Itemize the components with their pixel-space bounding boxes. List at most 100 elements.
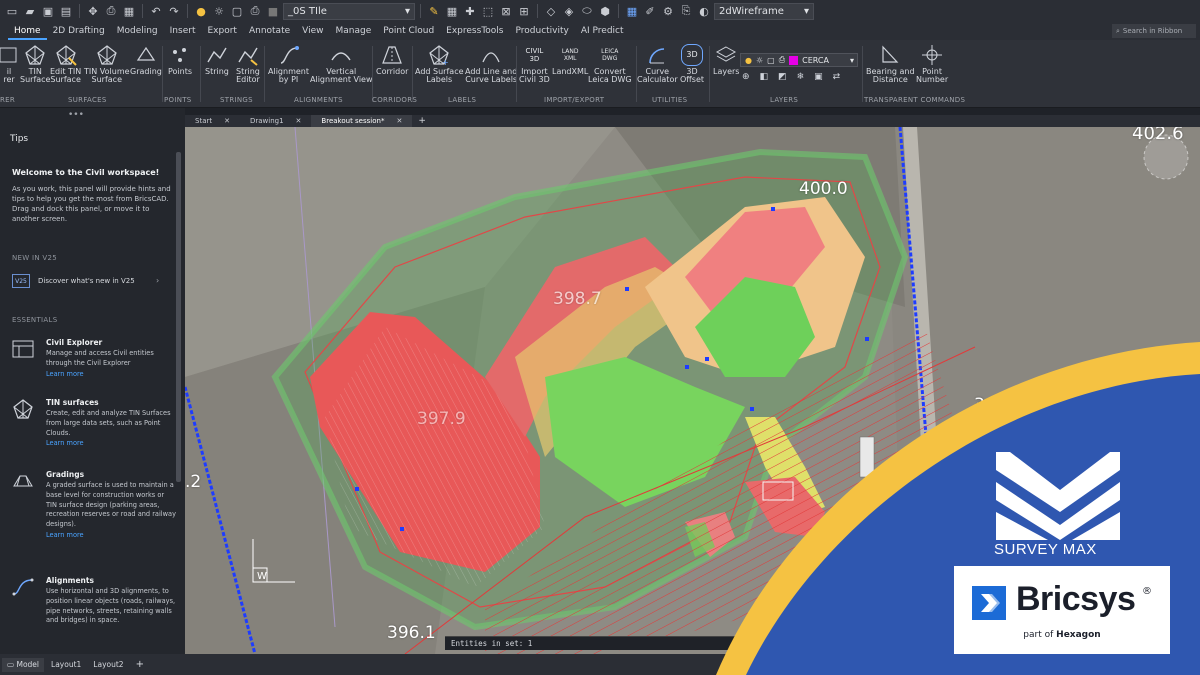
separator <box>142 4 143 18</box>
import-civil3d-button[interactable]: CIVIL 3D Import Civil 3D <box>519 44 550 84</box>
undo-icon[interactable]: ↶ <box>148 3 164 19</box>
cylinder-icon[interactable]: ⬭ <box>579 3 595 19</box>
select-icon[interactable]: ⬚ <box>480 3 496 19</box>
points-button[interactable]: Points <box>168 44 192 76</box>
current-layer-dropdown[interactable]: ● ☼ ▢ ⎙ CERCA ▾ <box>740 53 858 67</box>
layer-isolate-icon[interactable]: ◧ <box>760 72 769 82</box>
add-line-curve-labels-button[interactable]: Add Line and Curve Labels <box>465 44 517 84</box>
vertical-alignment-view-button[interactable]: Vertical Alignment View <box>310 44 373 84</box>
lock-icon[interactable]: ▢ <box>229 3 245 19</box>
printer-layer-icon[interactable]: ⎙ <box>247 3 263 19</box>
learn-more-link[interactable]: Learn more <box>46 370 176 380</box>
tin-surface-button[interactable]: TIN Surface <box>20 44 50 84</box>
landxml-button[interactable]: LAND XML LandXML <box>552 44 588 76</box>
civil-explorer-button[interactable]: il rer <box>0 44 20 84</box>
edit-tin-surface-button[interactable]: Edit TIN Surface <box>50 44 81 84</box>
visual-style-icon[interactable]: ◐ <box>696 3 712 19</box>
layer-tools-row: ⊕ ◧ ◩ ❄ ▣ ⇄ <box>742 72 840 82</box>
bearing-distance-button[interactable]: Bearing and Distance <box>866 44 915 84</box>
pan-icon[interactable]: ✥ <box>85 3 101 19</box>
doc-tab-start[interactable]: Start ✕ <box>185 115 240 127</box>
settings-icon[interactable]: ⚙ <box>660 3 676 19</box>
save-icon[interactable]: ▣ <box>40 3 56 19</box>
offset-3d-icon: 3D <box>681 44 704 66</box>
tab-2d-drafting[interactable]: 2D Drafting <box>47 22 111 40</box>
pen-icon[interactable]: ✐ <box>642 3 658 19</box>
cube-icon[interactable]: ◇ <box>543 3 559 19</box>
learn-more-link[interactable]: Learn more <box>46 439 176 449</box>
sun-icon[interactable]: ☼ <box>211 3 227 19</box>
group-label-explorer: RER <box>0 96 16 104</box>
doc-tab-drawing1[interactable]: Drawing1 ✕ <box>240 115 311 127</box>
layer-state-icon[interactable]: ⊕ <box>742 72 750 82</box>
learn-more-link[interactable]: Learn more <box>46 531 176 541</box>
layer-file-dropdown[interactable]: _0S TIle ▾ <box>283 2 415 20</box>
new-tab-icon[interactable]: + <box>412 116 432 126</box>
bulb-icon[interactable]: ● <box>193 3 209 19</box>
layer-lock-icon[interactable]: ▣ <box>814 72 823 82</box>
discover-whats-new-link[interactable]: Discover what's new in V25 <box>38 277 135 285</box>
ribbon-search-input[interactable]: ⌕ Search in Ribbon <box>1112 24 1196 38</box>
layout-icon[interactable]: ⊞ <box>516 3 532 19</box>
group-separator <box>709 46 710 102</box>
tab-annotate[interactable]: Annotate <box>243 22 296 40</box>
open-folder-icon[interactable]: ▰ <box>22 3 38 19</box>
layer-freeze-icon[interactable]: ❄ <box>797 72 805 82</box>
tab-ai-predict[interactable]: AI Predict <box>575 22 630 40</box>
tab-point-cloud[interactable]: Point Cloud <box>377 22 440 40</box>
curve-calculator-button[interactable]: Curve Calculator <box>637 44 678 84</box>
close-icon[interactable]: ✕ <box>224 115 230 127</box>
print-preview-icon[interactable]: ▦ <box>121 3 137 19</box>
save-as-icon[interactable]: ▤ <box>58 3 74 19</box>
doc-tab-breakout-session[interactable]: Breakout session* ✕ <box>311 115 413 127</box>
brush-icon[interactable]: ✎ <box>426 3 442 19</box>
add-layout-icon[interactable]: + <box>131 658 149 672</box>
cube-solid-icon[interactable]: ◈ <box>561 3 577 19</box>
tin-volume-surface-button[interactable]: TIN Volume Surface <box>84 44 130 84</box>
table-icon[interactable]: ▦ <box>624 3 640 19</box>
box-icon[interactable]: ⬢ <box>597 3 613 19</box>
tips-panel-scrollbar[interactable] <box>176 152 181 482</box>
clip-icon[interactable]: ⎘ <box>678 3 694 19</box>
grading-button[interactable]: Grading <box>130 44 162 76</box>
alignment-by-pi-button[interactable]: Alignment by PI <box>268 44 309 84</box>
svg-text:+: + <box>442 58 449 66</box>
layers-button[interactable]: Layers <box>713 44 739 76</box>
command-line[interactable]: Entities in set: 1 <box>445 636 745 650</box>
tab-expresstools[interactable]: ExpressTools <box>440 22 509 40</box>
add-surface-labels-button[interactable]: + Add Surface Labels <box>415 44 464 84</box>
tab-view[interactable]: View <box>296 22 329 40</box>
string-editor-button[interactable]: String Editor <box>236 44 260 84</box>
doc-tab-label: Start <box>195 117 213 125</box>
layout-tab-model[interactable]: ▭ Model <box>2 657 45 672</box>
print-icon[interactable]: ⎙ <box>103 3 119 19</box>
redo-icon[interactable]: ↷ <box>166 3 182 19</box>
close-icon[interactable]: ✕ <box>296 115 302 127</box>
convert-leica-dwg-button[interactable]: LEICA DWG Convert Leica DWG <box>588 44 632 84</box>
corridor-button[interactable]: Corridor <box>376 44 408 76</box>
close-icon[interactable]: ✕ <box>396 115 402 127</box>
tab-home[interactable]: Home <box>8 22 47 40</box>
string-button[interactable]: String <box>205 44 229 76</box>
tab-modeling[interactable]: Modeling <box>111 22 164 40</box>
layer-match-icon[interactable]: ⇄ <box>833 72 841 82</box>
new-file-icon[interactable]: ▭ <box>4 3 20 19</box>
string-editor-icon <box>238 47 258 66</box>
tab-manage[interactable]: Manage <box>330 22 378 40</box>
visual-style-dropdown[interactable]: 2dWireframe ▾ <box>714 2 814 20</box>
filter-icon[interactable]: ⊠ <box>498 3 514 19</box>
tab-productivity[interactable]: Productivity <box>510 22 575 40</box>
panel-grip-icon[interactable]: ••• <box>68 110 84 120</box>
layer-off-icon[interactable]: ◩ <box>778 72 787 82</box>
3d-offset-button[interactable]: 3D 3D Offset <box>680 44 704 84</box>
point-number-button[interactable]: Point Number <box>916 44 948 84</box>
grid-icon[interactable]: ▦ <box>444 3 460 19</box>
tab-insert[interactable]: Insert <box>164 22 202 40</box>
layout-tab-layout1[interactable]: Layout1 <box>46 658 86 672</box>
civil-explorer-label: il rer <box>3 67 15 84</box>
snap-icon[interactable]: ✚ <box>462 3 478 19</box>
chevron-right-icon[interactable]: › <box>156 276 159 285</box>
color-swatch-icon[interactable]: ■ <box>265 3 281 19</box>
layout-tab-layout2[interactable]: Layout2 <box>88 658 128 672</box>
tab-export[interactable]: Export <box>201 22 242 40</box>
